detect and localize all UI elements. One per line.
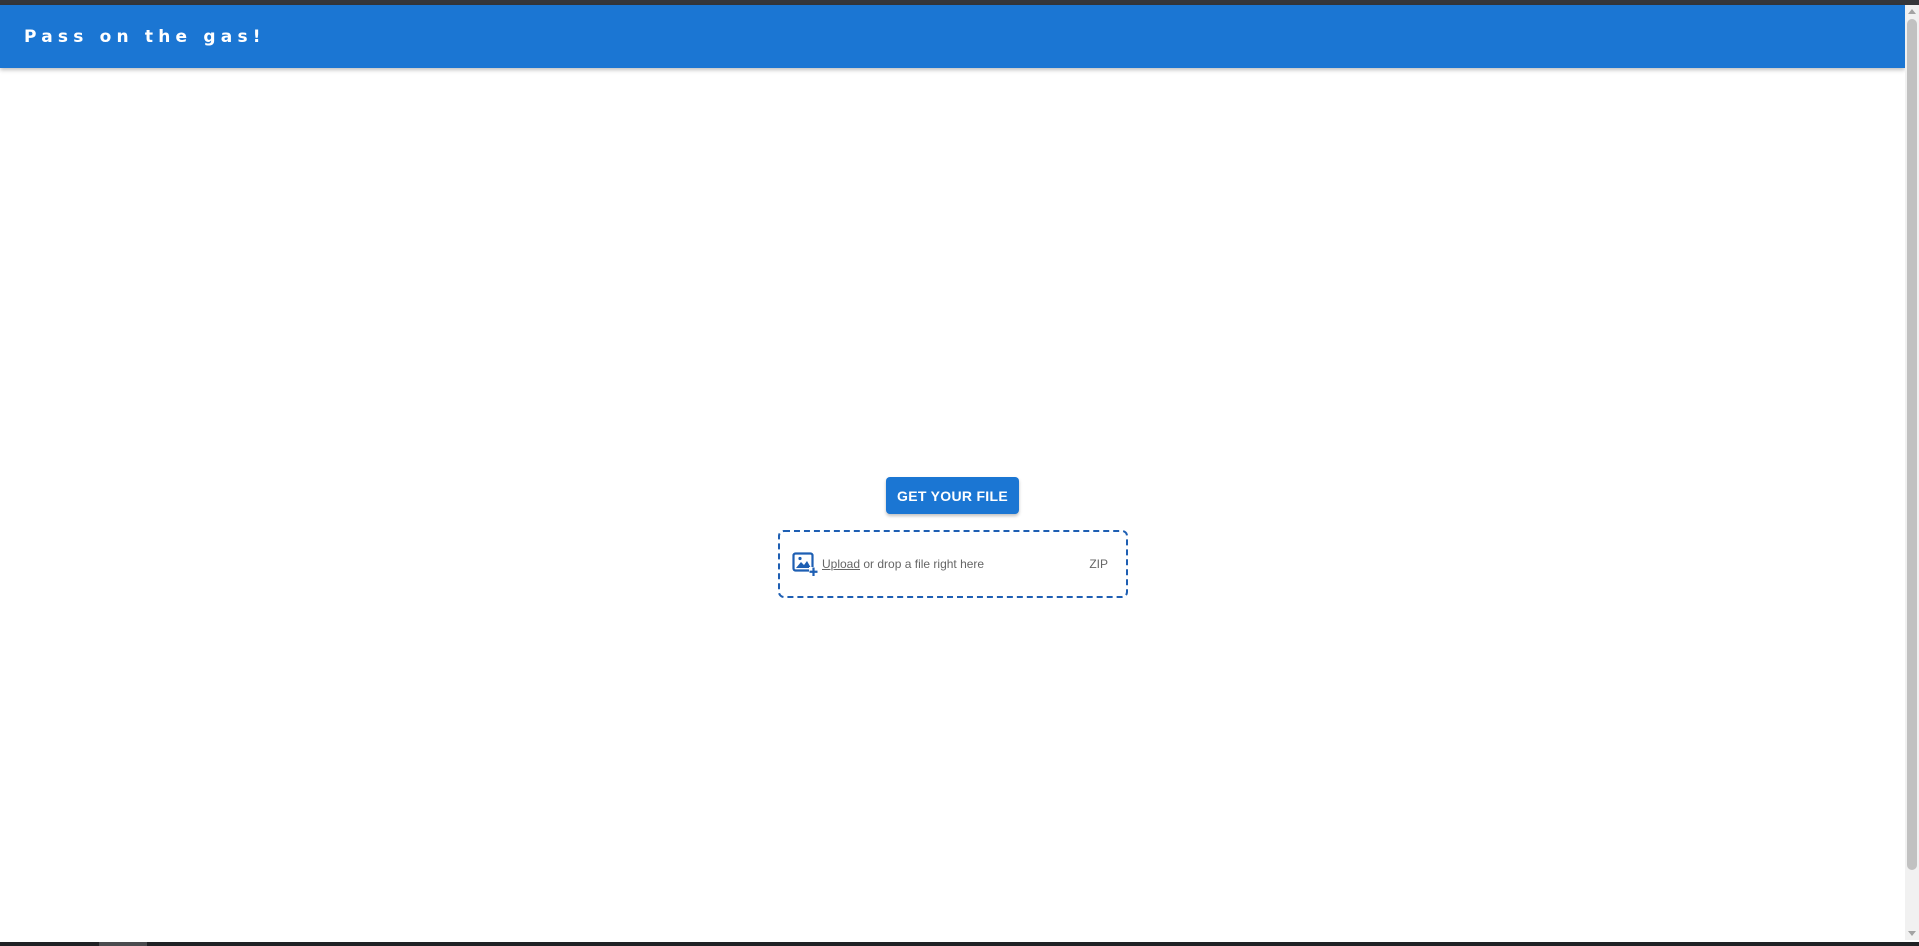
drop-text: or drop a file right here: [860, 557, 985, 571]
vertical-scrollbar[interactable]: [1905, 5, 1919, 940]
get-your-file-button[interactable]: GET YOUR FILE: [886, 477, 1019, 514]
image-add-icon[interactable]: [792, 551, 818, 577]
taskbar-active-tab[interactable]: [99, 942, 147, 946]
app-title: Pass on the gas!: [24, 26, 266, 47]
scroll-down-icon[interactable]: [1908, 931, 1916, 936]
upload-link[interactable]: Upload: [822, 557, 860, 571]
file-drop-zone[interactable]: Upload or drop a file right here ZIP: [778, 530, 1128, 598]
scroll-up-icon[interactable]: [1908, 9, 1916, 14]
drop-instructions: Upload or drop a file right here: [822, 557, 984, 571]
taskbar-strip: [0, 942, 1919, 946]
scrollbar-thumb[interactable]: [1907, 19, 1917, 870]
app-bar: Pass on the gas!: [0, 5, 1905, 68]
accepted-file-types: ZIP: [1089, 557, 1108, 571]
